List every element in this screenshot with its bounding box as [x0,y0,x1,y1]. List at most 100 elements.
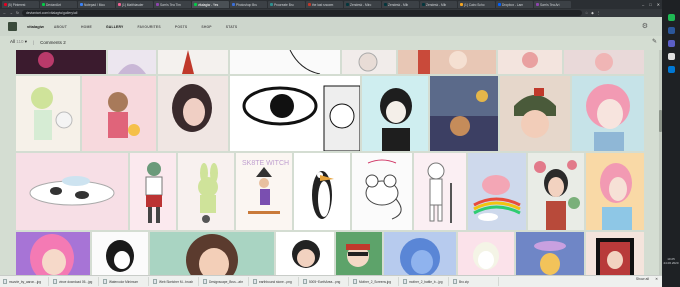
file-icon [303,279,307,284]
spotify-icon[interactable] [667,14,675,21]
artwork-thumbnail[interactable] [384,232,456,275]
browser-tab[interactable]: (5) Pinterest [2,1,39,8]
avatar[interactable] [8,22,17,31]
browser-tab[interactable]: DeviantArt [40,1,77,8]
artwork-thumbnail[interactable] [16,153,128,230]
username[interactable]: vitalagiw [27,24,44,29]
nav-item-stats[interactable]: STATS [226,25,238,29]
artwork-thumbnail[interactable] [178,153,234,230]
browser-tab[interactable]: Photoshop Bru [230,1,267,8]
download-item[interactable]: mother_2_battle_b...jpg [403,277,449,286]
browser-tab[interactable]: Sam's Tea Tim [154,1,191,8]
download-item[interactable]: Mother_2_Screens.jpg [353,277,399,286]
download-item[interactable]: muzzle_by_aaron...jpg [3,277,49,286]
app-icon[interactable] [667,53,675,60]
url-field[interactable]: deviantart.com/vitalagiw/gallery/all [21,10,582,16]
nav-item-gallery[interactable]: GALLERY [106,25,123,29]
close-icon[interactable]: ✕ [657,2,660,7]
address-bar: ← → ↻ deviantart.com/vitalagiw/gallery/a… [0,9,662,17]
browser-tab[interactable]: vitalagiw - Yes [192,1,229,8]
nav-item-home[interactable]: HOME [81,25,92,29]
tab-favicon-icon [308,3,311,6]
tab-label: (1) Matthiasder [122,2,144,7]
download-filename: Watercolor Minimum [109,279,139,284]
downloads-bar: muzzle_by_aaron...jpg vince download 05..… [0,275,662,287]
all-filter[interactable]: All 110 ▾ [10,39,27,45]
download-item[interactable]: 5005~EarthArea...png [303,277,349,286]
menu-icon[interactable]: ⋮ [597,11,601,15]
artwork-thumbnail[interactable] [430,76,498,151]
download-item[interactable]: Bro.zip [453,277,499,286]
minimize-icon[interactable]: – [642,2,644,7]
app-icon[interactable] [667,66,675,73]
browser-tab[interactable]: Dropbox - Lam [496,1,533,8]
browser-tab[interactable]: Zendesk - Miro [344,1,381,8]
artwork-thumbnail[interactable] [572,76,644,151]
artwork-thumbnail[interactable] [528,153,584,230]
show-all-button[interactable]: Show all [636,277,649,281]
artwork-thumbnail[interactable] [342,50,396,74]
nav-item-shop[interactable]: SHOP [201,25,211,29]
forward-icon[interactable]: → [10,11,14,15]
download-item[interactable]: Web Sketcher M...brush [153,277,199,286]
star-icon[interactable]: ☆ [585,11,588,15]
artwork-thumbnail[interactable] [564,50,644,74]
close-downloads-icon[interactable]: ✕ [655,277,658,281]
edit-icon[interactable]: ✎ [652,38,657,45]
browser-tab[interactable]: Sam's Tea Art [534,1,571,8]
artwork-thumbnail[interactable] [82,76,156,151]
browser-tab[interactable]: (1) Cairo Scho [458,1,495,8]
artwork-thumbnail[interactable] [276,232,334,275]
back-icon[interactable]: ← [3,11,7,15]
artwork-thumbnail[interactable] [16,232,90,275]
comments-link[interactable]: Comments 2 [40,40,66,45]
browser-tab[interactable]: Procreate Bru [268,1,305,8]
svg-text:SK8TE WITCH: SK8TE WITCH [242,160,289,167]
download-item[interactable]: Watercolor Minimum [103,277,149,286]
download-item[interactable]: vince download 05...jpg [53,277,99,286]
browser-tab[interactable]: Zendesk - Mib [420,1,457,8]
download-item[interactable]: earthbound stone...png [253,277,299,286]
artwork-thumbnail[interactable] [500,76,570,151]
system-clock: 10:25 24.06.2020 [663,257,679,265]
artwork-thumbnail[interactable] [498,50,562,74]
nav-item-posts[interactable]: POSTS [175,25,188,29]
artwork-thumbnail[interactable] [352,153,412,230]
artwork-thumbnail[interactable] [16,76,80,151]
artwork-thumbnail[interactable]: SK8TE WITCH [236,153,292,230]
nav-item-about[interactable]: ABOUT [54,25,67,29]
artwork-thumbnail[interactable] [108,50,156,74]
artwork-thumbnail[interactable] [230,76,360,151]
artwork-thumbnail[interactable] [150,232,274,275]
browser-tab[interactable]: (1) Matthiasder [116,1,153,8]
artwork-thumbnail[interactable] [158,50,228,74]
artwork-thumbnail[interactable] [294,153,350,230]
artwork-thumbnail[interactable] [336,232,382,275]
artwork-thumbnail[interactable] [130,153,176,230]
maximize-icon[interactable]: □ [649,2,651,7]
browser-tab[interactable]: Notepad / Mou [78,1,115,8]
artwork-thumbnail[interactable] [16,50,106,74]
download-item[interactable]: Designscape_Brus...abr [203,277,249,286]
artwork-thumbnail[interactable] [362,76,428,151]
artwork-thumbnail[interactable] [414,153,466,230]
artwork-thumbnail[interactable] [516,232,584,275]
file-icon [103,279,107,284]
file-icon [353,279,357,284]
browser-tab[interactable]: the last snowm [306,1,343,8]
artwork-thumbnail[interactable] [586,153,644,230]
artwork-thumbnail[interactable] [230,50,340,74]
artwork-thumbnail[interactable] [458,232,514,275]
gear-icon[interactable]: ⚙ [642,22,648,30]
app-icon[interactable] [667,40,675,47]
artwork-thumbnail[interactable] [158,76,228,151]
nav-item-favourites[interactable]: FAVOURITES [137,25,160,29]
artwork-thumbnail[interactable] [398,50,496,74]
reload-icon[interactable]: ↻ [16,11,19,15]
artwork-thumbnail[interactable] [586,232,644,275]
browser-tab[interactable]: Zendesk - Mib [382,1,419,8]
artwork-thumbnail[interactable] [92,232,148,275]
artwork-thumbnail[interactable] [468,153,526,230]
extension-icon[interactable]: ◆ [591,11,594,15]
word-icon[interactable] [667,27,675,34]
